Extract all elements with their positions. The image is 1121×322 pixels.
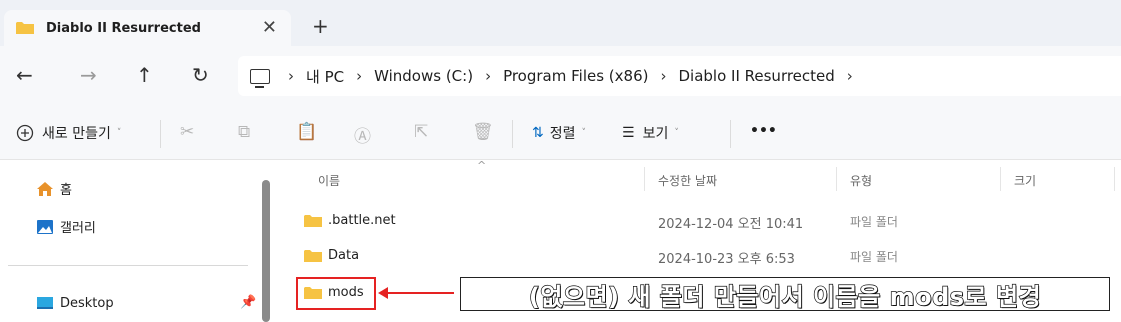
sidebar-item-label: 홈 <box>60 183 72 198</box>
view-button[interactable]: ☰ 보기 ˅ <box>622 123 679 143</box>
view-label: 보기 <box>642 126 669 142</box>
table-row[interactable]: Data 2024-10-23 오후 6:53 파일 폴더 <box>272 241 1121 273</box>
breadcrumb-separator: › <box>485 67 492 85</box>
desktop-icon <box>37 297 53 309</box>
sidebar-item-desktop[interactable]: Desktop <box>36 295 114 311</box>
new-button-label: 새로 만들기 <box>42 126 111 142</box>
share-icon[interactable]: ⇱ <box>414 122 428 142</box>
breadcrumb-separator: › <box>356 67 363 85</box>
file-type: 파일 폴더 <box>850 215 898 229</box>
highlight-box <box>296 277 376 310</box>
forward-icon[interactable]: → <box>80 63 97 87</box>
home-icon <box>37 181 53 196</box>
sort-ascending-icon: ^ <box>477 159 487 172</box>
chevron-down-icon: ˅ <box>116 128 122 138</box>
sidebar-scrollbar[interactable] <box>262 180 270 322</box>
breadcrumb-separator: › <box>660 67 667 85</box>
file-name: .battle.net <box>328 213 396 228</box>
sort-icon: ⇅ <box>532 125 544 141</box>
address-row: ← → ↑ ↻ › 내 PC › Windows (C:) › Program … <box>0 46 1121 106</box>
command-bar: 새로 만들기 ˅ ✂ ⧉ 📋 Ⓐ ⇱ 🗑 ⇅ 정렬 ˅ ☰ 보기 ˅ ••• <box>0 106 1121 160</box>
back-icon[interactable]: ← <box>16 63 33 87</box>
file-type: 파일 폴더 <box>850 250 898 264</box>
arrow-line <box>384 292 454 294</box>
sort-button[interactable]: ⇅ 정렬 ˅ <box>532 123 586 143</box>
column-divider <box>836 167 837 191</box>
breadcrumb-separator: › <box>846 67 853 85</box>
divider <box>8 265 248 266</box>
column-type[interactable]: 유형 <box>850 172 872 189</box>
delete-icon[interactable]: 🗑 <box>472 122 494 142</box>
breadcrumb-separator: › <box>288 67 294 85</box>
sidebar-item-home[interactable]: 홈 <box>36 179 72 198</box>
breadcrumb-item-pc[interactable]: 내 PC <box>306 66 344 87</box>
breadcrumb-item-diablo[interactable]: Diablo II Resurrected <box>678 67 834 85</box>
copy-icon[interactable]: ⧉ <box>238 122 250 142</box>
refresh-icon[interactable]: ↻ <box>192 63 209 87</box>
add-circle-icon <box>16 124 34 142</box>
tab-title: Diablo II Resurrected <box>46 20 201 36</box>
table-row[interactable]: .battle.net 2024-12-04 오전 10:41 파일 폴더 <box>272 206 1121 238</box>
rename-icon[interactable]: Ⓐ <box>354 122 371 147</box>
paste-icon[interactable]: 📋 <box>296 122 317 142</box>
column-modified[interactable]: 수정한 날짜 <box>658 172 717 189</box>
gallery-icon <box>37 219 53 234</box>
new-tab-button[interactable]: + <box>312 14 329 38</box>
up-icon[interactable]: ↑ <box>136 63 153 87</box>
column-divider <box>1000 167 1001 191</box>
navigation-pane: 홈 갤러리 Desktop 📌 <box>0 161 262 322</box>
close-icon[interactable]: ✕ <box>262 17 277 38</box>
computer-icon <box>250 68 270 88</box>
sort-label: 정렬 <box>549 126 576 142</box>
new-button[interactable]: 새로 만들기 ˅ <box>16 123 121 143</box>
folder-icon <box>304 215 322 227</box>
column-size[interactable]: 크기 <box>1014 172 1036 189</box>
view-icon: ☰ <box>622 125 635 141</box>
annotation-callout: (없으면) 새 폴더 만들어서 이름을 mods로 변경 <box>460 277 1110 311</box>
divider <box>512 120 513 148</box>
divider <box>730 120 731 148</box>
breadcrumb[interactable]: › 내 PC › Windows (C:) › Program Files (x… <box>238 56 1121 96</box>
chevron-down-icon: ˅ <box>581 128 587 138</box>
sidebar-item-label: Desktop <box>60 295 114 311</box>
tab-diablo[interactable]: Diablo II Resurrected ✕ <box>4 10 291 46</box>
column-divider <box>1114 167 1115 191</box>
sidebar-item-gallery[interactable]: 갤러리 <box>36 217 96 236</box>
breadcrumb-item-drive[interactable]: Windows (C:) <box>374 67 473 85</box>
title-tab-bar: Diablo II Resurrected ✕ + <box>0 0 1121 46</box>
file-date: 2024-10-23 오후 6:53 <box>658 252 795 267</box>
file-date: 2024-12-04 오전 10:41 <box>658 217 804 232</box>
pin-icon[interactable]: 📌 <box>240 295 256 310</box>
column-name[interactable]: 이름 <box>318 172 340 189</box>
folder-icon <box>16 22 34 34</box>
column-divider <box>644 167 645 191</box>
breadcrumb-item-program-files[interactable]: Program Files (x86) <box>503 67 648 85</box>
more-options-button[interactable]: ••• <box>750 123 777 139</box>
folder-icon <box>304 250 322 262</box>
chevron-down-icon: ˅ <box>674 128 679 138</box>
cut-icon[interactable]: ✂ <box>180 122 194 142</box>
sidebar-item-label: 갤러리 <box>60 221 96 236</box>
file-name: Data <box>328 248 360 263</box>
annotation-text: (없으면) 새 폴더 만들어서 이름을 mods로 변경 <box>528 282 1042 311</box>
divider <box>160 120 161 148</box>
